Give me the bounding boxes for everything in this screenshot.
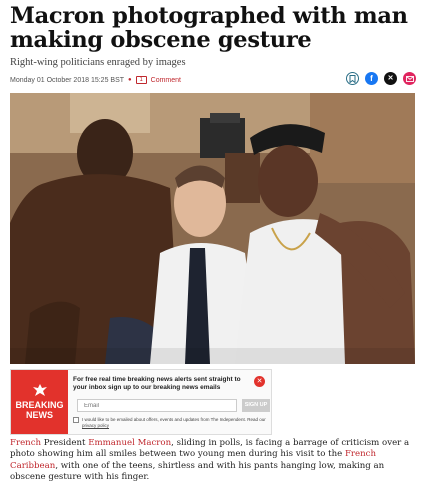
share-bar: f ✕ xyxy=(346,72,416,85)
headline: Macron photographed with man making obsc… xyxy=(10,4,420,52)
brand-word-1: BREAKING xyxy=(15,400,64,410)
body-text-3: , with one of the teens, shirtless and w… xyxy=(10,460,385,483)
publish-date: Monday 01 October 2018 15:25 BST xyxy=(10,76,125,84)
consent-label: I would like to be emailed about offers,… xyxy=(82,417,266,422)
photo-illustration xyxy=(10,93,415,364)
newsletter-signup: BREAKING NEWS For free real time breakin… xyxy=(10,369,272,435)
headline-line-1: Macron photographed with man xyxy=(10,3,408,29)
bookmark-icon[interactable] xyxy=(346,72,359,85)
twitter-x-icon[interactable]: ✕ xyxy=(384,72,397,85)
headline-line-2: making obscene gesture xyxy=(10,27,312,53)
consent-text: I would like to be emailed about offers,… xyxy=(82,417,268,428)
email-field[interactable] xyxy=(77,399,237,412)
comment-icon[interactable]: 1 xyxy=(135,76,147,84)
newsletter-promo-text: For free real time breaking news alerts … xyxy=(73,376,241,391)
subheadline: Right-wing politicians enraged by images xyxy=(10,57,186,68)
article-body: French President Emmanuel Macron, slidin… xyxy=(10,438,413,484)
consent-checkbox[interactable] xyxy=(73,417,79,423)
link-french[interactable]: French xyxy=(10,438,41,448)
comment-link[interactable]: Comment xyxy=(151,77,181,84)
consent-row: I would like to be emailed about offers,… xyxy=(73,417,268,428)
eagle-icon xyxy=(32,384,47,398)
comment-count: 1 xyxy=(139,77,143,83)
link-emmanuel-macron[interactable]: Emmanuel Macron xyxy=(88,438,171,448)
facebook-icon[interactable]: f xyxy=(365,72,378,85)
sign-up-button[interactable]: SIGN UP xyxy=(242,399,270,412)
brand-word-2: NEWS xyxy=(26,410,53,420)
article-meta: Monday 01 October 2018 15:25 BST ● 1 Com… xyxy=(10,76,181,84)
separator-dot: ● xyxy=(128,77,132,83)
privacy-policy-link[interactable]: privacy policy xyxy=(82,423,109,428)
email-icon[interactable] xyxy=(403,72,416,85)
article-photo xyxy=(10,93,415,364)
body-text-1: President xyxy=(41,438,89,448)
close-icon[interactable]: ✕ xyxy=(254,376,265,387)
breaking-news-logo: BREAKING NEWS xyxy=(11,370,68,434)
